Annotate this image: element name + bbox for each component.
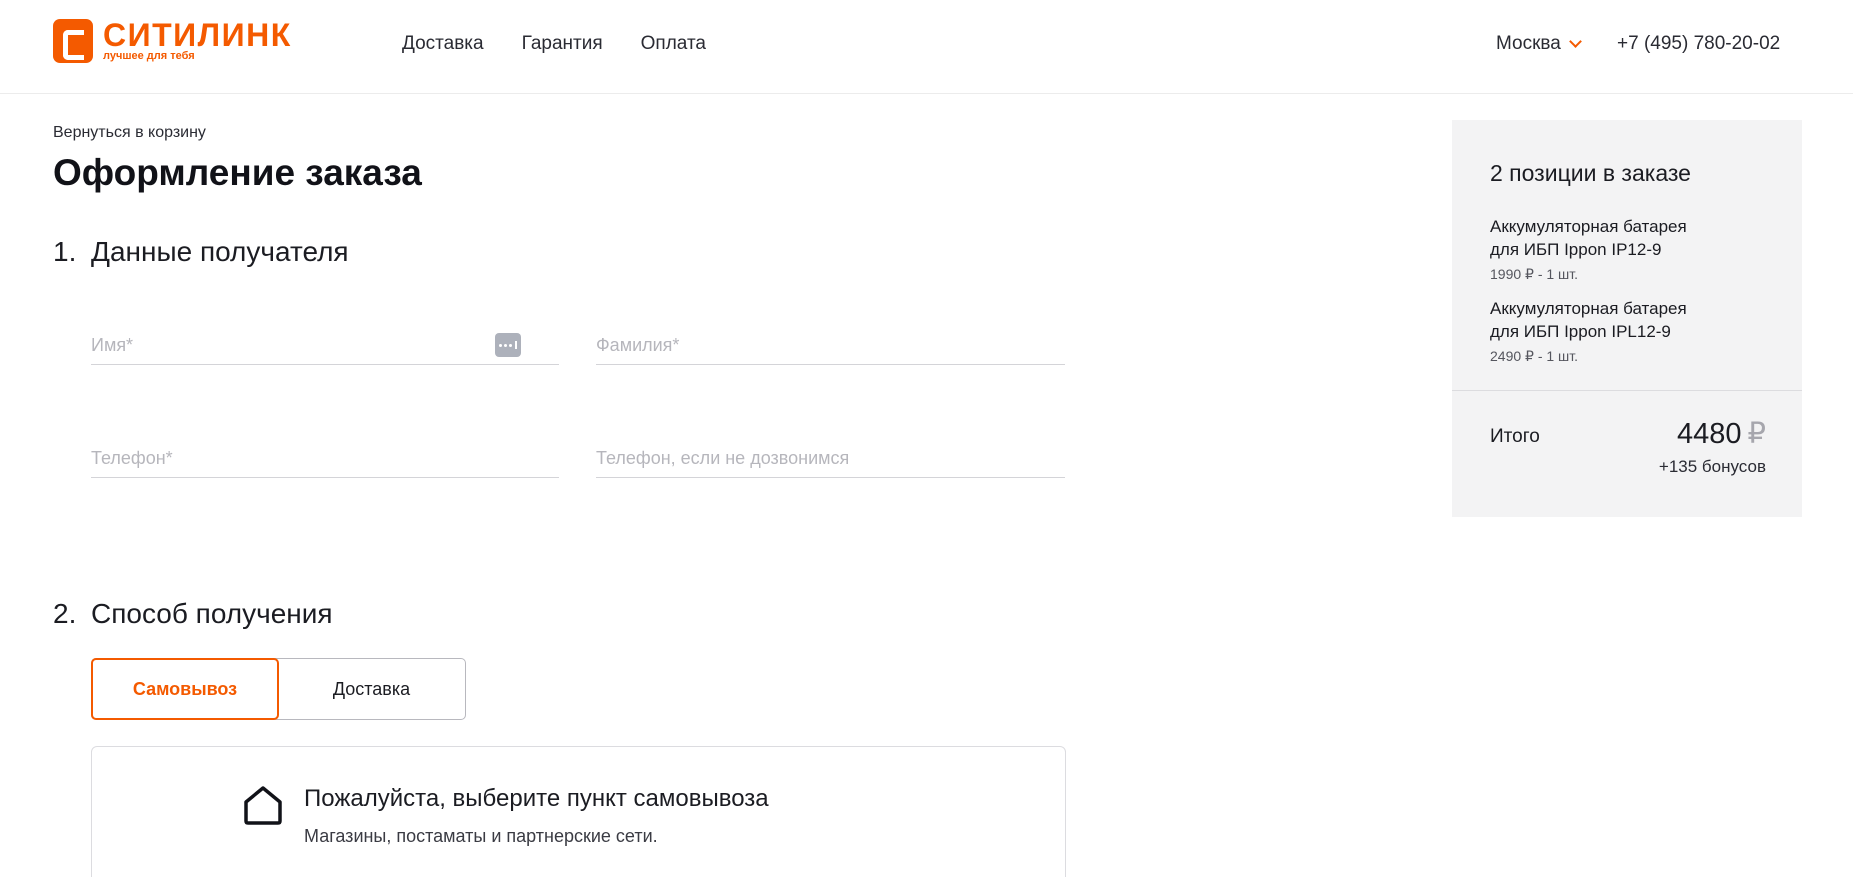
item-name: Аккумуляторная батарея для ИБП Ippon IPL… [1490,297,1780,343]
order-summary: 2 позиции в заказе Аккумуляторная батаре… [1452,120,1802,517]
section-number: 1. [53,236,77,267]
nav-link-payment[interactable]: Оплата [641,33,706,55]
backup-phone-input[interactable] [596,442,1065,474]
page-title: Оформление заказа [53,152,422,193]
section-title-text: Данные получателя [91,236,349,267]
back-to-cart-link[interactable]: Вернуться в корзину [53,124,206,142]
summary-item: Аккумуляторная батарея для ИБП Ippon IPL… [1490,297,1780,365]
item-name: Аккумуляторная батарея для ИБП Ippon IP1… [1490,215,1780,261]
first-name-field [91,325,559,365]
city-selector[interactable]: Москва [1496,33,1582,55]
total-label: Итого [1490,426,1540,447]
section-number: 2. [53,598,77,629]
header-phone[interactable]: +7 (495) 780-20-02 [1617,33,1780,55]
summary-item: Аккумуляторная батарея для ИБП Ippon IP1… [1490,215,1780,283]
last-name-input[interactable] [596,329,1065,361]
phone-input[interactable] [91,442,559,474]
pickup-prompt-subtitle: Магазины, постаматы и партнерские сети. [304,826,658,846]
autofill-key-icon[interactable] [495,333,521,357]
total-price: 4480 ₽ [1677,416,1766,451]
item-price-qty: 2490 ₽ - 1 шт. [1490,348,1579,364]
delivery-option-button[interactable]: Доставка [278,659,465,719]
pickup-option-button[interactable]: Самовывоз [91,658,279,720]
item-name-line: для ИБП Ippon IP12-9 [1490,240,1662,259]
item-name-line: для ИБП Ippon IPL12-9 [1490,322,1671,341]
logo-name: СИТИЛИНК [103,17,292,53]
chevron-down-icon [1569,35,1582,48]
bonus-points: +135 бонусов [1658,457,1766,476]
main-nav: Доставка Гарантия Оплата [402,33,706,55]
delivery-section-title: 2. Способ получения [53,598,333,630]
currency-symbol: ₽ [1747,418,1766,450]
total-value: 4480 [1677,418,1742,450]
nav-link-delivery[interactable]: Доставка [402,33,484,55]
item-name-line: Аккумуляторная батарея [1490,217,1687,236]
delivery-method-toggle: Самовывоз Доставка [91,658,466,720]
logo-mark [53,19,93,63]
last-name-field [596,325,1065,365]
section-title-text: Способ получения [91,598,333,629]
first-name-input[interactable] [91,329,559,361]
logo[interactable]: СИТИЛИНК лучшее для тебя [53,19,292,63]
summary-title: 2 позиции в заказе [1490,160,1691,186]
item-price-qty: 1990 ₽ - 1 шт. [1490,266,1579,282]
city-label: Москва [1496,33,1561,54]
recipient-section-title: 1. Данные получателя [53,236,349,268]
house-icon [244,786,282,825]
site-header: СИТИЛИНК лучшее для тебя Доставка Гарант… [0,0,1853,94]
phone-field [91,438,559,478]
pickup-prompt-title: Пожалуйста, выберите пункт самовывоза [304,785,769,812]
backup-phone-field [596,438,1065,478]
divider [1452,390,1802,391]
logo-text: СИТИЛИНК лучшее для тебя [103,19,292,62]
nav-link-warranty[interactable]: Гарантия [522,33,603,55]
item-name-line: Аккумуляторная батарея [1490,299,1687,318]
pickup-point-selector[interactable]: Пожалуйста, выберите пункт самовывоза Ма… [91,746,1066,877]
